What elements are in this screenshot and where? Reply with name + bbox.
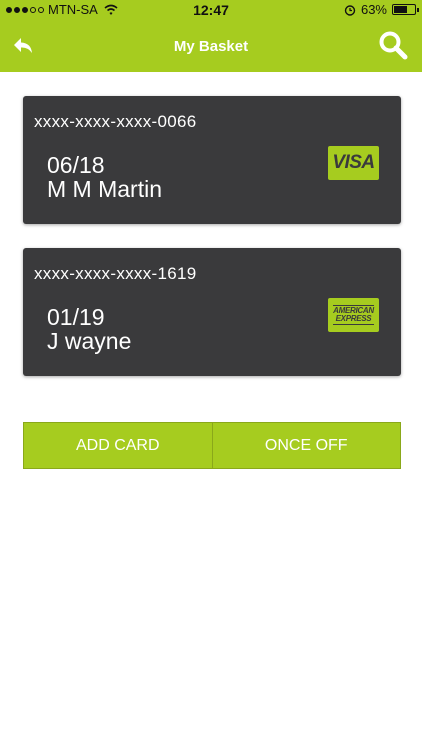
battery-level	[394, 6, 407, 13]
saved-card-amex[interactable]: xxxx-xxxx-xxxx-1619 01/19 J wayne AMERIC…	[23, 248, 401, 376]
card-expiry: 01/19	[47, 304, 105, 330]
visa-logo-text: VISA	[332, 152, 375, 173]
card-expiry: 06/18	[47, 152, 105, 178]
card-holder-name: M M Martin	[47, 176, 162, 202]
search-icon[interactable]	[378, 30, 408, 60]
status-right: 63%	[344, 2, 419, 17]
add-card-button[interactable]: ADD CARD	[24, 423, 212, 468]
nav-bar: My Basket	[0, 20, 422, 72]
page-title: My Basket	[173, 38, 249, 55]
status-bar: MTN-SA 12:47 63%	[0, 0, 422, 20]
alarm-icon	[344, 4, 356, 16]
card-actions: ADD CARD ONCE OFF	[23, 422, 401, 469]
once-off-button[interactable]: ONCE OFF	[211, 423, 400, 468]
saved-card-visa[interactable]: xxxx-xxxx-xxxx-0066 06/18 M M Martin VIS…	[23, 96, 401, 224]
amex-logo-text: AMERICAN EXPRESS	[333, 305, 374, 325]
card-number: xxxx-xxxx-xxxx-0066	[34, 112, 197, 131]
amex-logo-icon: AMERICAN EXPRESS	[328, 298, 379, 332]
visa-logo-icon: VISA	[328, 146, 379, 180]
battery-icon	[392, 4, 419, 15]
card-number: xxxx-xxxx-xxxx-1619	[34, 264, 197, 283]
card-holder-name: J wayne	[47, 328, 132, 354]
battery-percent: 63%	[360, 2, 387, 17]
